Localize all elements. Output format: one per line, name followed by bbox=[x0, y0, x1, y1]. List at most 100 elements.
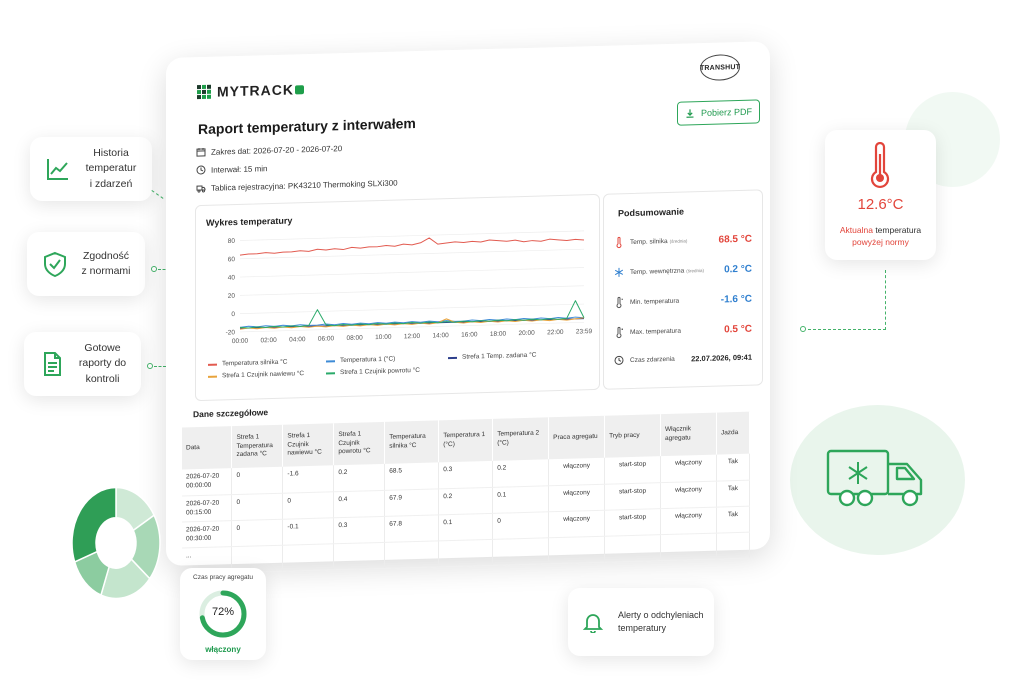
legend-item: Temperatura 1 (°C) bbox=[326, 356, 395, 365]
thermometer-high-icon bbox=[616, 326, 623, 339]
summary-label: Temp. silnika bbox=[630, 237, 668, 246]
x-tick-label: 23:59 bbox=[576, 328, 593, 335]
x-tick-label: 16:00 bbox=[461, 331, 478, 338]
table-cell: włączony bbox=[660, 506, 717, 535]
summary-row-event-time: Czas zdarzenia 22.07.2026, 09:41 bbox=[614, 351, 752, 367]
table-cell: 0.3 bbox=[333, 515, 385, 544]
table-header: Temperatura silnika °C bbox=[384, 420, 439, 464]
plate-text: Tablica rejestracyjna: PK43210 Thermokin… bbox=[211, 178, 398, 193]
x-tick-label: 02:00 bbox=[261, 337, 278, 344]
gridline bbox=[240, 285, 584, 296]
table-header: Temperatura 1 (°C) bbox=[438, 418, 493, 463]
clock-icon bbox=[614, 355, 624, 365]
temperature-chart-card: Wykres temperatury 80 60 40 20 0 -20 00:00 02:0… bbox=[195, 193, 600, 402]
legend-label: Temperatura silnika °C bbox=[222, 358, 288, 368]
table-cell bbox=[492, 537, 549, 565]
table-cell: 2026-07-20 00:00:00 bbox=[182, 468, 232, 496]
legend-item: Strefa 1 Temp. zadana °C bbox=[448, 352, 536, 361]
summary-value: 68.5 °C bbox=[718, 233, 752, 246]
table-cell: 0.1 bbox=[492, 485, 549, 513]
chart-title: Wykres temperatury bbox=[206, 215, 293, 228]
donut-segment bbox=[71, 486, 117, 564]
gridline bbox=[240, 267, 584, 278]
y-tick-label: 20 bbox=[228, 293, 236, 300]
legend-label: Strefa 1 Temp. zadana °C bbox=[462, 351, 537, 361]
table-header: Tryb pracy bbox=[604, 414, 661, 458]
x-tick-label: 08:00 bbox=[347, 334, 364, 341]
table-cell: -0.1 bbox=[282, 517, 334, 545]
table-cell: 68.5 bbox=[384, 462, 439, 490]
table-cell: 0 bbox=[282, 491, 334, 519]
alert-label: Alerty o odchyleniach temperatury bbox=[618, 609, 704, 633]
table-cell: 67.9 bbox=[384, 488, 439, 516]
summary-label: Czas zdarzenia bbox=[630, 355, 675, 364]
x-tick-label: 00:00 bbox=[232, 338, 249, 345]
table-cell: 0.3 bbox=[438, 460, 493, 489]
y-tick-label: -20 bbox=[226, 329, 236, 336]
download-icon bbox=[686, 109, 694, 118]
table-cell bbox=[438, 538, 493, 567]
table-header: Włącznik agregatu bbox=[660, 412, 717, 457]
date-range-text: Zakres dat: 2026-07-20 - 2026-07-20 bbox=[211, 143, 343, 157]
gauge-title: Czas pracy agregatu bbox=[193, 574, 253, 581]
table-cell: 0 bbox=[231, 492, 283, 521]
table-cell bbox=[660, 532, 717, 561]
y-tick-label: 0 bbox=[231, 311, 235, 318]
table-cell: 0 bbox=[492, 511, 549, 539]
details-table: Data Strefa 1 Temperatura zadana °C Stre… bbox=[182, 411, 750, 574]
x-tick-label: 12:00 bbox=[404, 333, 421, 340]
summary-note: (średnia) bbox=[669, 237, 688, 244]
download-pdf-button[interactable]: Pobierz PDF bbox=[677, 99, 760, 126]
thermometer-icon bbox=[870, 142, 890, 189]
legend-swatch bbox=[326, 371, 335, 375]
connector-line bbox=[151, 190, 164, 199]
connector-dot bbox=[800, 326, 806, 332]
table-cell: Tak bbox=[716, 453, 750, 481]
document-icon bbox=[44, 352, 61, 376]
feature-label: Historia temperatur i zdarzeń bbox=[85, 147, 137, 190]
clock-icon bbox=[196, 165, 206, 175]
summary-label: Max. temperatura bbox=[630, 327, 681, 336]
table-header: Temperatura 2 (°C) bbox=[492, 417, 549, 461]
table-header: Strefa 1 Temperatura zadana °C bbox=[231, 424, 283, 469]
feature-label: Gotowe raporty do kontroli bbox=[78, 342, 127, 385]
unit-runtime-card: Czas pracy agregatu 72% włączony bbox=[180, 568, 266, 660]
table-cell bbox=[716, 531, 750, 559]
table-header: Strefa 1 Czujnik powrotu °C bbox=[333, 421, 385, 466]
table-cell: włączony bbox=[548, 483, 605, 512]
table-header: Praca agregatu bbox=[548, 415, 605, 460]
summary-label: Temp. wewnętrzna bbox=[630, 267, 685, 276]
feature-card-history: Historia temperatur i zdarzeń bbox=[30, 137, 152, 201]
table-cell: 0.2 bbox=[333, 463, 385, 492]
logo-mark-icon bbox=[197, 84, 211, 100]
y-tick-label: 40 bbox=[228, 274, 236, 281]
table-header: Jazda bbox=[716, 411, 750, 455]
chart-line-icon bbox=[47, 159, 68, 180]
y-tick-label: 80 bbox=[228, 238, 236, 245]
x-tick-label: 04:00 bbox=[289, 336, 306, 343]
snowflake-icon bbox=[614, 267, 624, 277]
temperature-chart: 80 60 40 20 0 -20 00:00 02:00 04:00 06:00 08:00 10:… bbox=[226, 230, 593, 345]
table-cell: włączony bbox=[548, 457, 605, 486]
truck-small-icon bbox=[196, 185, 206, 193]
y-tick-label: 60 bbox=[228, 256, 236, 263]
summary-note: (średnia) bbox=[686, 267, 704, 273]
table-cell: 2026-07-20 00:15:00 bbox=[182, 494, 232, 522]
x-tick-label: 14:00 bbox=[433, 332, 450, 339]
report-panel: MYTRACK TRANSHUT Raport temperatury z in… bbox=[166, 41, 770, 574]
table-cell bbox=[548, 535, 605, 564]
summary-row-min: Min. temperatura -1.6 °C bbox=[614, 293, 752, 309]
x-tick-label: 22:00 bbox=[547, 329, 564, 336]
series-line bbox=[239, 237, 585, 256]
interval-text: Interwał: 15 min bbox=[211, 163, 268, 175]
x-tick-label: 06:00 bbox=[318, 335, 335, 342]
table-cell: start-stop bbox=[604, 456, 661, 484]
summary-row-engine: Temp. silnika (średnia) 68.5 °C bbox=[614, 233, 752, 249]
table-cell: 67.8 bbox=[384, 514, 439, 542]
table-cell: włączony bbox=[660, 480, 717, 509]
x-tick-label: 20:00 bbox=[519, 330, 536, 337]
summary-card: Podsumowanie Temp. silnika (średnia) 68.5… bbox=[603, 189, 763, 390]
legend-item: Temperatura silnika °C bbox=[208, 359, 287, 368]
feature-card-compliance: Zgodność z normami bbox=[27, 232, 145, 296]
current-temp-value: 12.6°C bbox=[857, 196, 904, 213]
